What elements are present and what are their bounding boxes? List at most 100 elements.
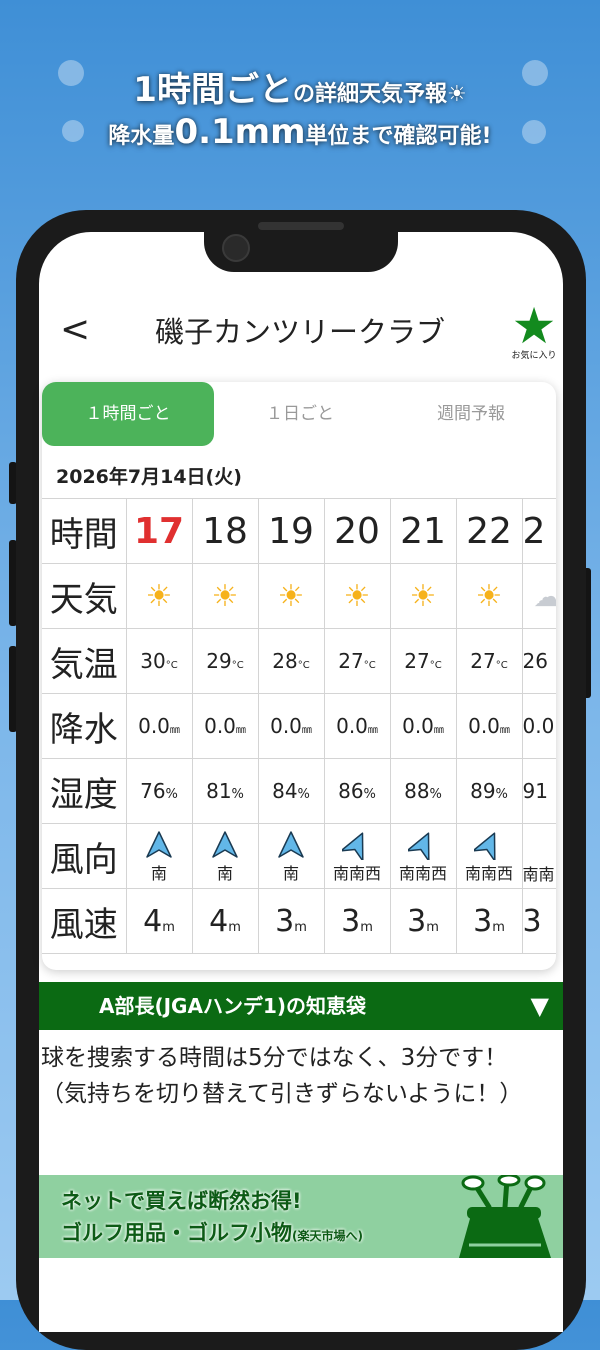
hour-cell: 18 (191, 498, 259, 564)
hour-cell: 17 (125, 498, 193, 564)
back-button[interactable]: < (60, 310, 90, 350)
humidity-value: 89 (470, 779, 496, 803)
wind-speed-cell: 3 (521, 888, 556, 954)
wind-speed-unit: m (228, 919, 241, 935)
sun-icon: ☀ (211, 578, 239, 614)
temp-unit: °C (363, 660, 376, 671)
promo-line-2-big: 0.1mm (174, 112, 306, 152)
wind-dir-cell: 南南西 (323, 823, 391, 889)
sun-icon: ☀ (343, 578, 371, 614)
precip-cell: 0.0㎜ (125, 693, 193, 759)
temp-unit: °C (297, 660, 310, 671)
precip-unit: ㎜ (499, 725, 510, 736)
humidity-cell: 86% (323, 758, 391, 824)
wind-dir-label: 南南西 (398, 864, 447, 883)
wind-arrow-icon (212, 831, 238, 858)
tab-daily[interactable]: １日ごと (214, 382, 386, 446)
wind-dir-label: 南 (150, 864, 167, 883)
wind-arrow-icon (146, 831, 172, 858)
temp-cell: 29°C (191, 628, 259, 694)
wind-speed-value: 3 (341, 903, 361, 939)
hour-cell: 22 (455, 498, 523, 564)
hourly-forecast-table[interactable]: 時間 17 18 19 20 21 22 2 天気 ☀ ☀ ☀ ☀ ☀ ☀ ☁ … (42, 498, 556, 954)
banner-line-2-small: (楽天市場へ) (292, 1229, 363, 1243)
wind-arrow-icon (474, 832, 496, 860)
hour-cell: 20 (323, 498, 391, 564)
temp-value: 30 (140, 649, 166, 673)
row-label-humidity: 湿度 (42, 758, 127, 824)
wind-speed-value: 3 (407, 903, 427, 939)
wind-speed-cell: 3m (389, 888, 457, 954)
temp-value: 27 (338, 649, 364, 673)
row-label-time: 時間 (42, 498, 127, 564)
temp-unit: °C (429, 660, 442, 671)
wind-speed-unit: m (492, 919, 505, 935)
row-label-wind-speed: 風速 (42, 888, 127, 954)
hour-cell: 2 (521, 498, 556, 564)
weather-cell: ☀ (257, 563, 325, 629)
humidity-value: 86 (338, 779, 364, 803)
precip-cell: 0.0㎜ (455, 693, 523, 759)
phone-camera (222, 234, 250, 262)
shop-banner[interactable]: ネットで買えば断然お得! ゴルフ用品・ゴルフ小物(楽天市場へ) (39, 1175, 563, 1258)
cloud-icon: ☁ (534, 580, 557, 613)
wind-speed-unit: m (294, 919, 307, 935)
humidity-value: 76 (140, 779, 166, 803)
collapse-icon: ▼ (530, 992, 549, 1020)
weather-cell: ☁ (521, 563, 557, 629)
tip-header[interactable]: A部長(JGAハンデ1)の知恵袋 ▼ (39, 982, 563, 1030)
wind-dir-label: 南南西 (464, 864, 513, 883)
temp-unit: °C (495, 660, 508, 671)
precip-value: 0.0 (522, 714, 555, 738)
forecast-date: 2026年7月14日(火) (56, 466, 242, 488)
temp-value: 27 (470, 649, 496, 673)
precip-unit: ㎜ (367, 725, 378, 736)
wind-dir-cell: 南南西 (455, 823, 523, 889)
weather-cell: ☀ (455, 563, 523, 629)
temp-unit: °C (165, 660, 178, 671)
temp-cell: 28°C (257, 628, 325, 694)
promo-line-1-small: の詳細天気予報☀ (292, 82, 467, 107)
favorite-label: お気に入り (511, 351, 557, 361)
wind-arrow-icon (408, 832, 430, 860)
hour-cell: 21 (389, 498, 457, 564)
weather-cell: ☀ (125, 563, 193, 629)
humidity-unit: % (165, 787, 178, 802)
temp-value: 26 (522, 649, 548, 673)
temp-value: 29 (206, 649, 232, 673)
wind-dir-cell: 南 (191, 823, 259, 889)
wind-dir-label: 南南西 (332, 864, 381, 883)
tab-weekly[interactable]: 週間予報 (386, 382, 556, 446)
forecast-card: １時間ごと １日ごと 週間予報 2026年7月14日(火) 時間 17 18 1… (42, 382, 556, 970)
humidity-unit: % (231, 787, 244, 802)
sun-icon: ☀ (475, 578, 503, 614)
wind-dir-label: 南 (282, 864, 299, 883)
wind-arrow-icon (342, 832, 364, 860)
golf-bag-icon (459, 1175, 551, 1258)
precip-value: 0.0 (204, 714, 236, 738)
weather-cell: ☀ (389, 563, 457, 629)
wind-speed-unit: m (426, 919, 439, 935)
promo-line-2-b: 単位まで確認可能! (305, 124, 492, 149)
wind-speed-value: 4 (143, 903, 163, 939)
tip-text: 球を捜索する時間は5分ではなく、3分です！（気持ちを切り替えて引きずらないように… (41, 1045, 523, 1107)
row-label-temp: 気温 (42, 628, 127, 694)
row-wind-dir: 風向 南 南 南 南南西 南南西 南南西 南南 (42, 823, 556, 889)
precip-value: 0.0 (468, 714, 500, 738)
wind-dir-cell: 南南西 (389, 823, 457, 889)
wind-speed-cell: 4m (191, 888, 259, 954)
precip-unit: ㎜ (301, 725, 312, 736)
precip-unit: ㎜ (433, 725, 444, 736)
precip-value: 0.0 (270, 714, 302, 738)
banner-line-2-main: ゴルフ用品・ゴルフ小物 (61, 1221, 292, 1245)
temp-cell: 27°C (389, 628, 457, 694)
row-wind-speed: 風速 4m 4m 3m 3m 3m 3m 3 (42, 888, 556, 954)
banner-line-2: ゴルフ用品・ゴルフ小物(楽天市場へ) (61, 1217, 363, 1247)
tip-title: A部長(JGAハンデ1)の知恵袋 (99, 994, 367, 1018)
wind-speed-cell: 3m (323, 888, 391, 954)
tab-hourly[interactable]: １時間ごと (42, 382, 214, 446)
promo-line-2-a: 降水量 (108, 124, 175, 149)
sun-icon: ☀ (145, 578, 173, 614)
wind-dir-label: 南南 (522, 865, 555, 884)
favorite-button[interactable]: ★ お気に入り (508, 300, 560, 361)
